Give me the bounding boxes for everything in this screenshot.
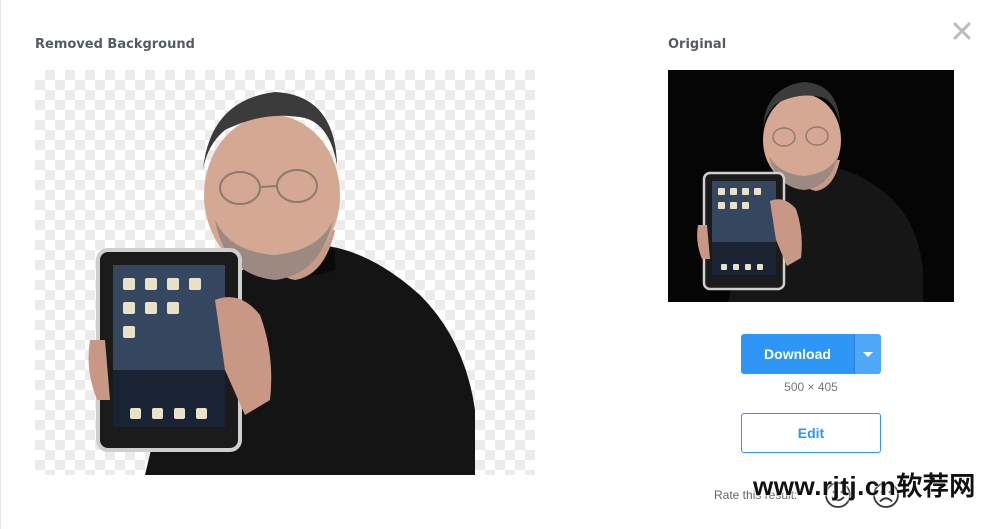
original-heading: Original — [668, 37, 727, 52]
removed-background-heading: Removed Background — [35, 37, 195, 52]
original-image — [668, 70, 954, 302]
download-options-button[interactable] — [854, 334, 881, 374]
close-icon — [953, 22, 971, 40]
site-watermark: www.rjtj.cn软荐网 — [753, 471, 976, 501]
caret-down-icon — [863, 351, 873, 357]
download-button[interactable]: Download — [741, 334, 854, 374]
edit-button[interactable]: Edit — [741, 413, 881, 453]
download-button-group: Download — [741, 334, 881, 374]
original-image-illustration — [668, 70, 954, 302]
result-dialog: Removed Background Original Download 500… — [0, 0, 990, 529]
image-dimensions: 500 × 405 — [784, 380, 838, 394]
result-image — [35, 70, 535, 475]
result-image-illustration — [88, 92, 475, 475]
close-button[interactable] — [951, 20, 973, 42]
